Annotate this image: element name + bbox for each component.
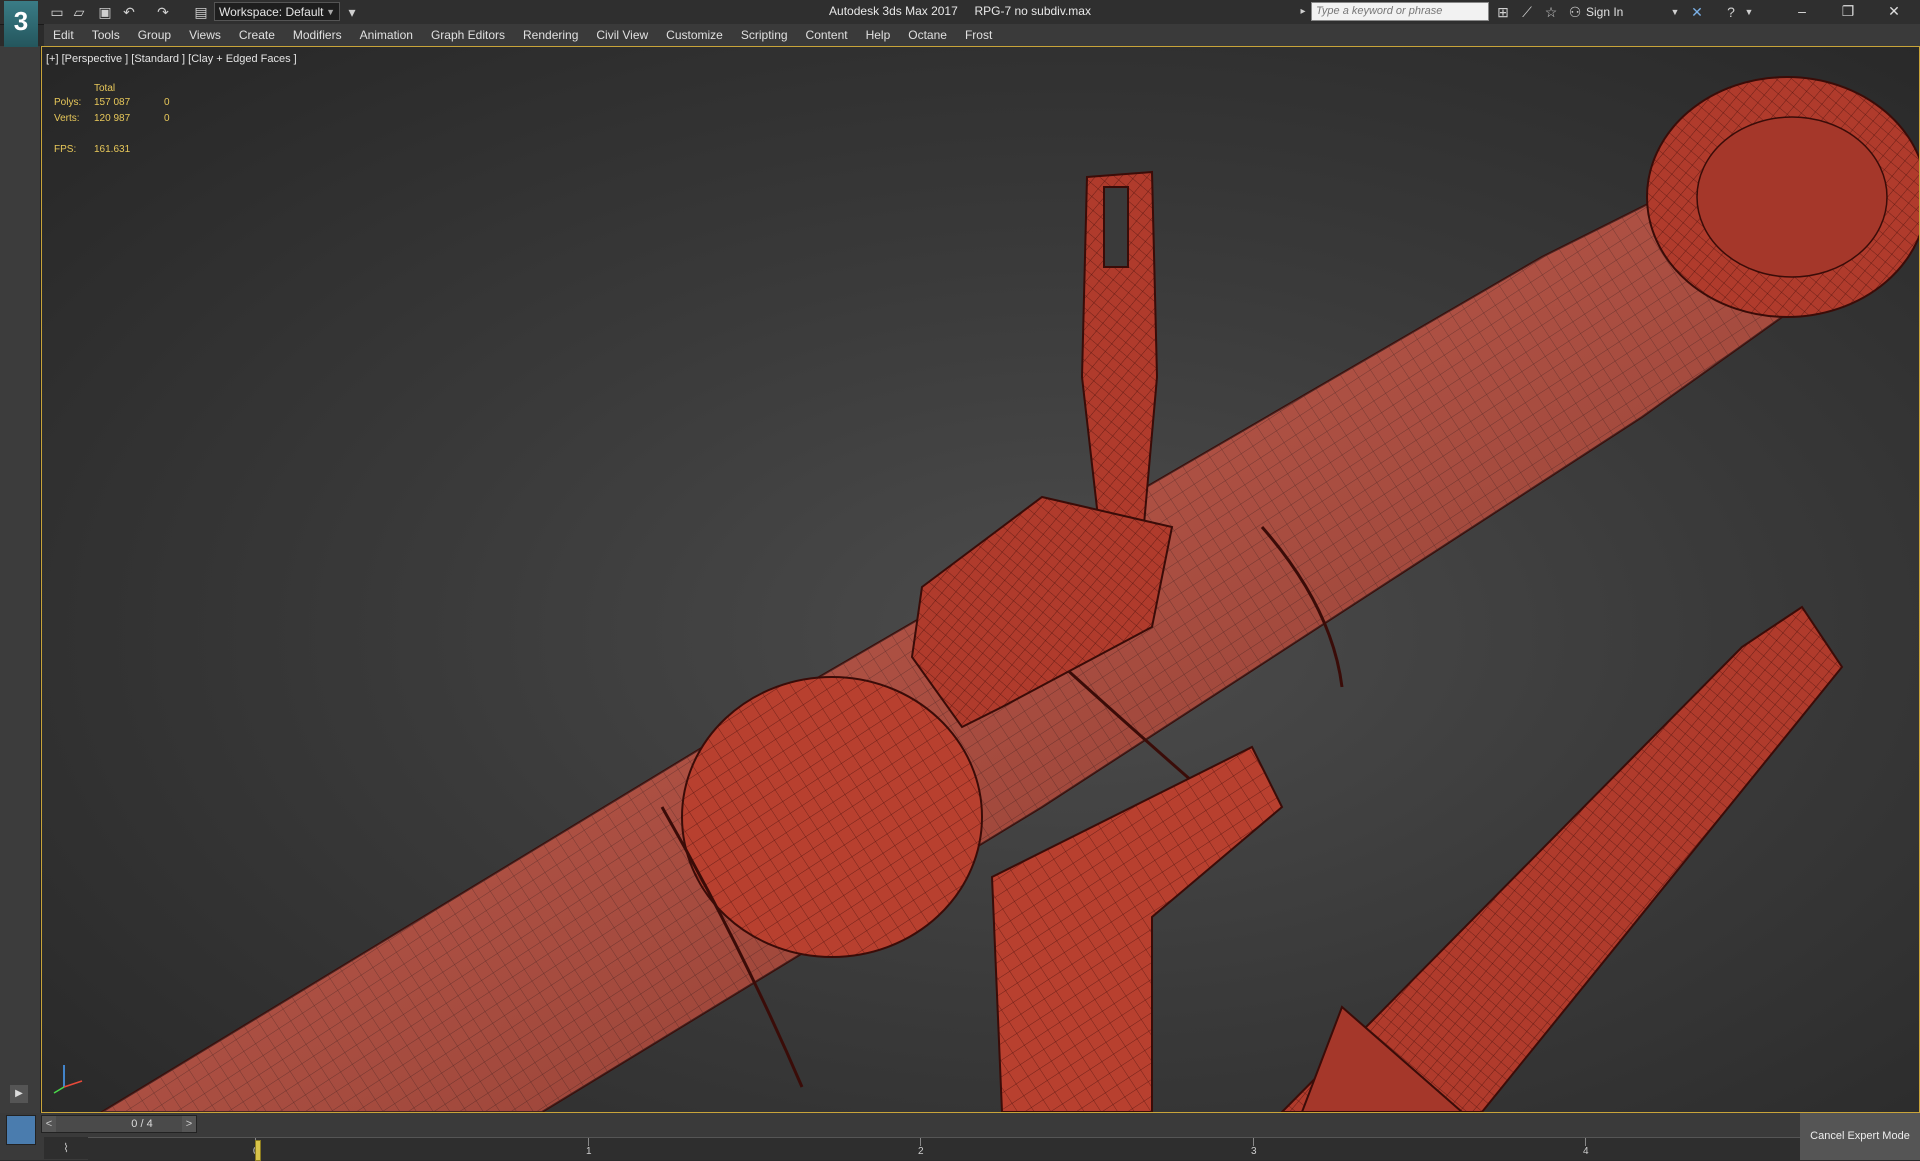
cancel-expert-mode-button[interactable]: Cancel Expert Mode — [1800, 1113, 1920, 1160]
sign-in-link[interactable]: Sign In — [1586, 5, 1623, 19]
mini-listener-icon[interactable] — [6, 1115, 36, 1145]
frame-counter: 0 / 4 — [131, 1118, 153, 1130]
binoculars-icon[interactable]: ⊞ — [1494, 3, 1512, 21]
menu-modifiers[interactable]: Modifiers — [284, 24, 351, 46]
title-bar: 3 ▭ ▱ ▣ ↶ ↷ ▤ Workspace: Default ▼ ▾ Aut… — [0, 0, 1920, 47]
search-input[interactable]: Type a keyword or phrase — [1311, 2, 1489, 21]
undo-icon[interactable]: ↶ — [120, 3, 138, 21]
stats-verts-selected: 0 — [164, 113, 170, 124]
subscription-icon[interactable]: ⟋ — [1518, 3, 1536, 21]
menu-bar: Edit Tools Group Views Create Modifiers Animat… — [44, 24, 1920, 47]
save-file-icon[interactable]: ▣ — [96, 3, 114, 21]
tick-line-3 — [1253, 1138, 1254, 1146]
launcher-bulge — [681, 676, 983, 958]
stats-total-header: Total — [94, 83, 116, 94]
stats-fps-label: FPS: — [54, 144, 77, 155]
menu-animation[interactable]: Animation — [351, 24, 422, 46]
exchange-apps-icon[interactable]: ✕ — [1688, 3, 1706, 21]
tick-line-4 — [1585, 1138, 1586, 1146]
axis-tripod-icon — [53, 1065, 83, 1094]
menu-scripting[interactable]: Scripting — [732, 24, 797, 46]
new-file-icon[interactable]: ▭ — [48, 3, 66, 21]
perspective-viewport[interactable]: [+] [Perspective ] [Standard ] [Clay + E… — [41, 46, 1920, 1113]
user-icon: ⚇ — [1568, 4, 1582, 20]
tick-label-3: 3 — [1251, 1146, 1257, 1157]
time-slider[interactable]: < 0 / 4 > — [41, 1115, 197, 1133]
menu-civil-view[interactable]: Civil View — [587, 24, 657, 46]
project-folder-icon[interactable]: ▤ — [192, 3, 210, 21]
app-name: Autodesk 3ds Max 2017 — [829, 4, 958, 18]
tick-label-4: 4 — [1583, 1146, 1589, 1157]
menu-tools[interactable]: Tools — [83, 24, 129, 46]
favorites-star-icon[interactable]: ☆ — [1542, 3, 1560, 21]
tick-label-1: 1 — [586, 1146, 592, 1157]
left-toolbar-strip — [0, 46, 41, 1113]
menu-edit[interactable]: Edit — [44, 24, 83, 46]
app-logo-icon[interactable]: 3 — [4, 1, 38, 47]
quick-access-menu-icon[interactable]: ▾ — [343, 3, 361, 21]
play-icon[interactable]: ▶ — [10, 1085, 28, 1103]
time-slider-area: < 0 / 4 > ⌇ 0 1 2 3 4 Cancel Expert Mode — [0, 1113, 1920, 1161]
menu-create[interactable]: Create — [230, 24, 284, 46]
restore-button[interactable]: ❐ — [1826, 0, 1870, 24]
menu-rendering[interactable]: Rendering — [514, 24, 587, 46]
menu-content[interactable]: Content — [797, 24, 857, 46]
tick-line-2 — [920, 1138, 921, 1146]
next-frame-button[interactable]: > — [182, 1116, 196, 1132]
curve-editor-icon[interactable]: ⌇ — [44, 1137, 88, 1159]
menu-graph-editors[interactable]: Graph Editors — [422, 24, 514, 46]
trackbar[interactable]: 0 1 2 3 4 — [88, 1137, 1800, 1161]
tick-line-1 — [588, 1138, 589, 1146]
minimize-button[interactable]: – — [1780, 0, 1824, 24]
tick-label-2: 2 — [918, 1146, 924, 1157]
redo-icon[interactable]: ↷ — [154, 3, 172, 21]
chevron-down-icon[interactable]: ▼ — [1740, 3, 1758, 21]
chevron-down-icon[interactable]: ▼ — [1666, 3, 1684, 21]
workspace-dropdown[interactable]: Workspace: Default ▼ — [214, 2, 340, 21]
menu-views[interactable]: Views — [180, 24, 230, 46]
menu-group[interactable]: Group — [129, 24, 180, 46]
menu-octane[interactable]: Octane — [899, 24, 956, 46]
chevron-down-icon: ▼ — [326, 7, 335, 17]
stats-polys-label: Polys: — [54, 97, 82, 108]
stats-fps-value: 161.631 — [94, 144, 131, 155]
open-file-icon[interactable]: ▱ — [70, 3, 88, 21]
menu-customize[interactable]: Customize — [657, 24, 732, 46]
rpg7-model-render — [100, 76, 1919, 1112]
file-name: RPG-7 no subdiv.max — [974, 4, 1091, 18]
stats-verts-label: Verts: — [54, 113, 80, 124]
stats-verts-total: 120 987 — [94, 113, 131, 124]
menu-help[interactable]: Help — [857, 24, 900, 46]
help-icon[interactable]: ? — [1722, 3, 1740, 21]
time-cursor[interactable] — [255, 1140, 261, 1161]
prev-frame-button[interactable]: < — [42, 1116, 56, 1132]
menu-frost[interactable]: Frost — [956, 24, 1001, 46]
search-expand-icon[interactable]: ▸ — [1294, 3, 1312, 21]
stats-polys-selected: 0 — [164, 97, 170, 108]
workspace-label: Workspace: Default — [219, 5, 324, 19]
viewport-label[interactable]: [+] [Perspective ] [Standard ] [Clay + E… — [46, 53, 297, 65]
stats-polys-total: 157 087 — [94, 97, 131, 108]
close-button[interactable]: ✕ — [1872, 0, 1916, 24]
